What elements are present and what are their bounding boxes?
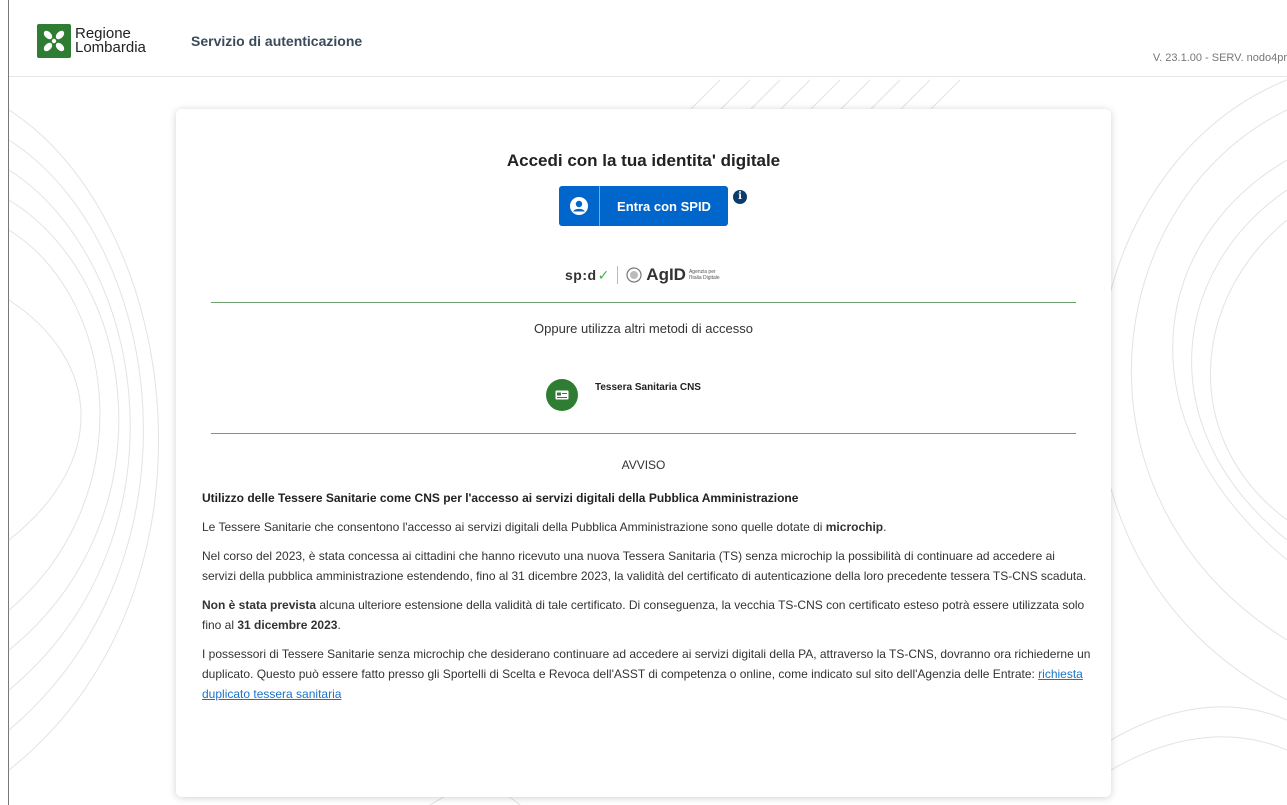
avviso-p4-text: I possessori di Tessere Sanitarie senza … (202, 647, 1091, 681)
logo-text: Regione Lombardia (75, 26, 146, 56)
avviso-paragraph-1: Le Tessere Sanitarie che consentono l'ac… (202, 517, 1092, 537)
avviso-p3-date: 31 dicembre 2023 (237, 618, 338, 632)
agid-subtitle: Agenzia per l'Italia Digitale (688, 269, 720, 281)
spid-agid-logos: sp:d ✓ AgID Agenzia per l'Italia Digital… (565, 264, 729, 286)
alt-methods-text: Oppure utilizza altri metodi di accesso (534, 321, 753, 336)
logo-separator (617, 266, 619, 284)
avviso-p1-end: . (883, 520, 887, 534)
avviso-p1-bold: microchip (825, 520, 884, 534)
health-card-icon (546, 379, 578, 411)
divider-top (211, 302, 1076, 303)
avviso-p3-end: . (337, 618, 341, 632)
user-icon (559, 186, 600, 226)
spid-button-label: Entra con SPID (617, 198, 711, 214)
avviso-heading: Utilizzo delle Tessere Sanitarie come CN… (202, 491, 799, 505)
avviso-p3-bold: Non è stata prevista (202, 598, 317, 612)
regione-lombardia-logo[interactable]: Regione Lombardia (37, 24, 146, 58)
avviso-body: Utilizzo delle Tessere Sanitarie come CN… (202, 488, 1092, 713)
cns-login-option[interactable]: Tessera Sanitaria CNS (546, 379, 701, 411)
spid-check-icon: ✓ (597, 266, 610, 283)
divider-bottom (211, 433, 1076, 434)
info-icon[interactable]: i (733, 190, 747, 204)
avviso-paragraph-3: Non è stata prevista alcuna ulteriore es… (202, 595, 1092, 635)
avviso-paragraph-4: I possessori di Tessere Sanitarie senza … (202, 644, 1092, 704)
spid-logo: sp:d (565, 267, 597, 283)
version-label: V. 23.1.00 - SERV. nodo4pr (1152, 52, 1287, 64)
cns-label: Tessera Sanitaria CNS (595, 381, 701, 393)
avviso-title: AVVISO (621, 458, 666, 472)
page-title: Accedi con la tua identita' digitale (506, 151, 781, 170)
logo-text-line2: Lombardia (75, 39, 146, 56)
login-card: Accedi con la tua identita' digitale Ent… (176, 109, 1111, 797)
regione-lombardia-logo-icon (37, 24, 71, 58)
spid-login-button[interactable]: Entra con SPID (559, 186, 728, 226)
agid-seal-icon (626, 267, 642, 283)
top-header: Regione Lombardia Servizio di autenticaz… (9, 0, 1287, 77)
agid-logo: AgID (646, 265, 686, 284)
avviso-p1-text: Le Tessere Sanitarie che consentono l'ac… (202, 520, 826, 534)
avviso-paragraph-2: Nel corso del 2023, è stata concessa ai … (202, 549, 1087, 583)
service-title: Servizio di autenticazione (191, 33, 363, 49)
